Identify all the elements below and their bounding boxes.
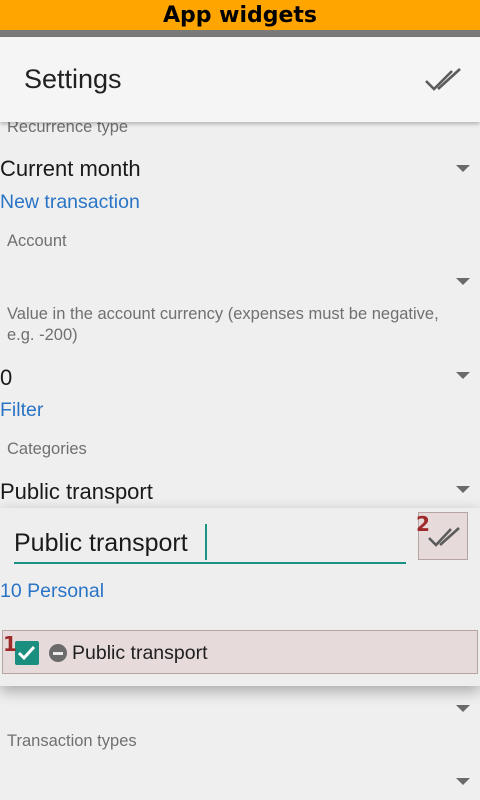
double-check-icon <box>428 527 460 547</box>
annotation-label-1: 1 <box>3 632 17 656</box>
amount-dropdown-arrow-icon[interactable] <box>456 372 470 379</box>
category-search-input[interactable] <box>14 524 406 564</box>
category-group-header[interactable]: 10 Personal <box>0 580 104 603</box>
category-checkbox[interactable] <box>15 641 39 665</box>
new-transaction-section-header: New transaction <box>0 191 140 213</box>
recurrence-type-value[interactable]: Current month <box>0 156 141 182</box>
annotation-label-2: 2 <box>416 512 430 536</box>
page-title: Settings <box>24 64 122 94</box>
amount-label-line2: e.g. -200) <box>7 326 78 344</box>
text-cursor <box>205 524 207 560</box>
banner-divider <box>0 30 480 37</box>
transaction-types-dropdown-arrow-icon[interactable] <box>456 778 470 785</box>
category-result-item[interactable]: Public transport <box>2 630 478 674</box>
app-bar: Settings <box>0 37 480 122</box>
category-result-label: Public transport <box>72 642 208 664</box>
checkmark-icon <box>17 645 36 661</box>
recurrence-dropdown-arrow-icon[interactable] <box>456 165 470 172</box>
categories-value[interactable]: Public transport <box>0 479 153 505</box>
dropdown-arrow-icon[interactable] <box>456 705 470 712</box>
double-check-icon[interactable] <box>424 67 464 93</box>
app-banner: App widgets <box>0 0 480 30</box>
account-label: Account <box>7 232 67 250</box>
categories-label: Categories <box>7 440 87 458</box>
category-picker-dialog: 2 10 Personal Public transport 1 <box>0 508 480 686</box>
transaction-types-label: Transaction types <box>7 732 137 750</box>
categories-dropdown-arrow-icon[interactable] <box>456 486 470 493</box>
minus-circle-icon <box>49 644 67 662</box>
account-dropdown-arrow-icon[interactable] <box>456 278 470 285</box>
amount-value[interactable]: 0 <box>0 365 12 391</box>
amount-label: Value in the account currency (expenses … <box>7 305 439 323</box>
filter-section-header: Filter <box>0 399 44 421</box>
